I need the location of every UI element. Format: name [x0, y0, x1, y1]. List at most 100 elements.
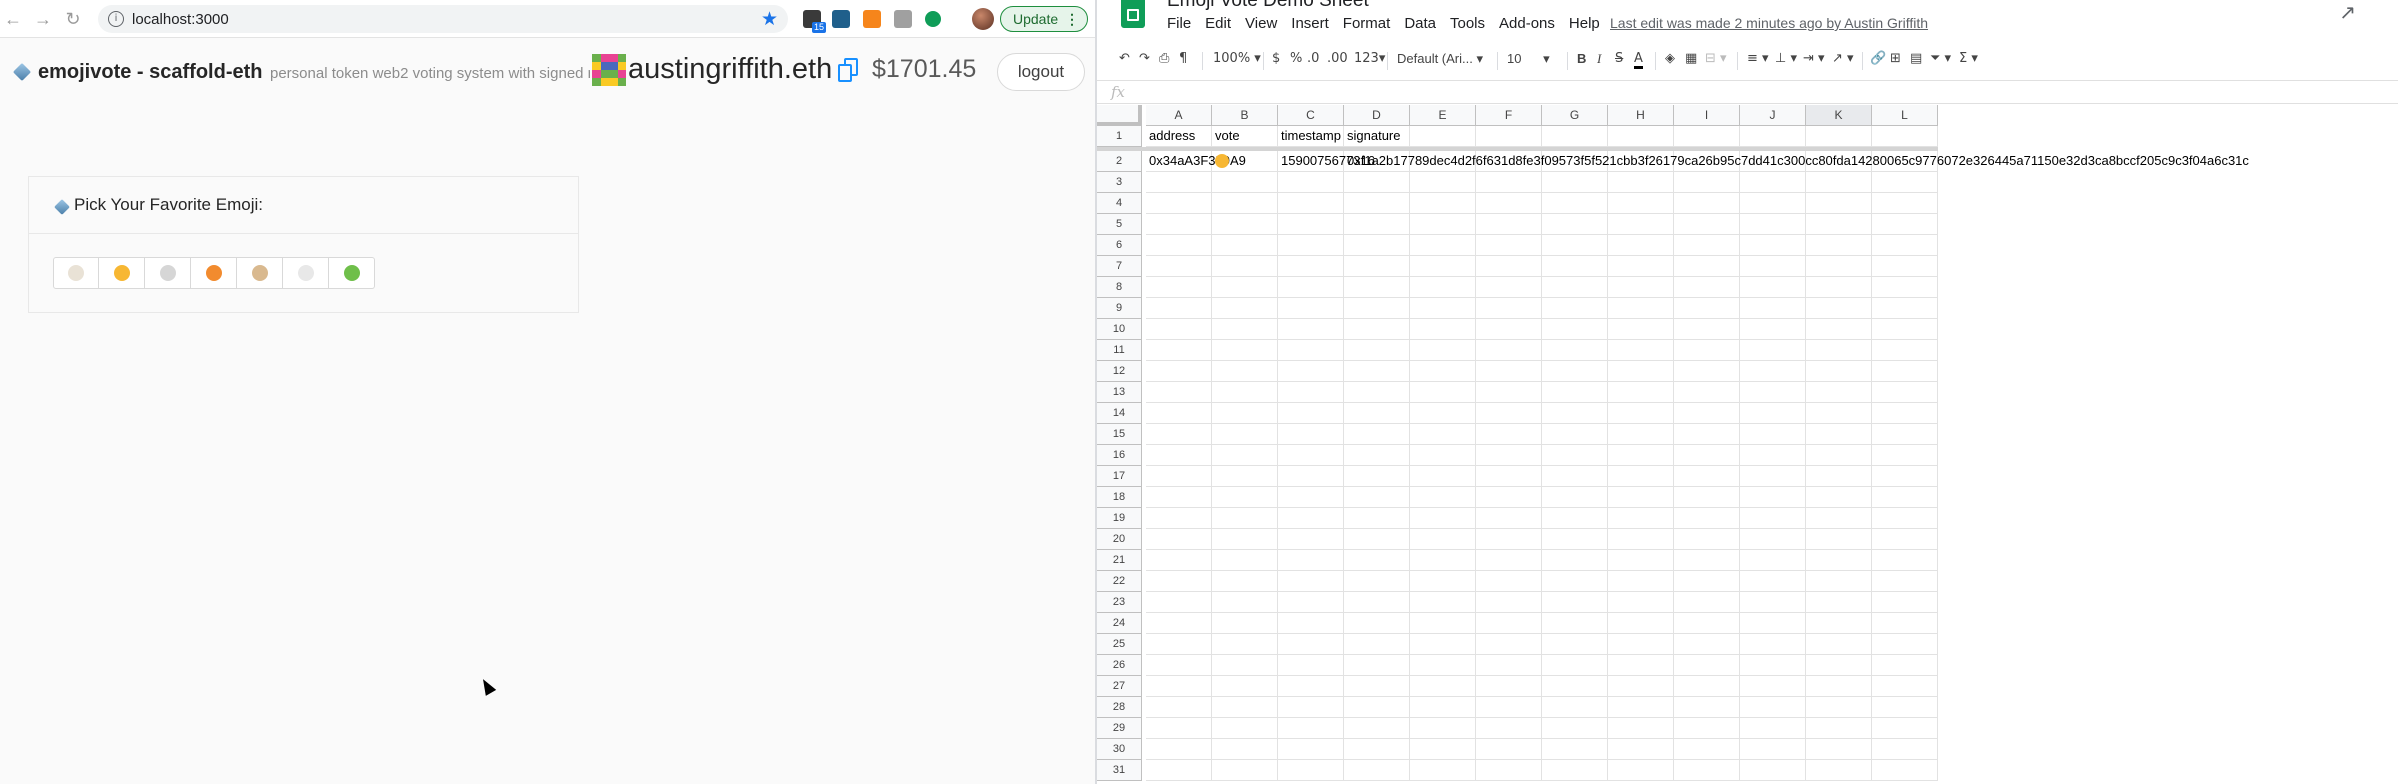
percent-format-button[interactable]: %	[1290, 51, 1302, 66]
row-header[interactable]: 26	[1097, 655, 1142, 676]
row-header[interactable]: 23	[1097, 592, 1142, 613]
cell-g22[interactable]	[1542, 571, 1608, 592]
column-header-b[interactable]: B	[1212, 105, 1278, 126]
column-header-k[interactable]: K	[1806, 105, 1872, 126]
row-header[interactable]: 19	[1097, 508, 1142, 529]
cell-h8[interactable]	[1608, 277, 1674, 298]
cell-g25[interactable]	[1542, 634, 1608, 655]
cell-i4[interactable]	[1674, 193, 1740, 214]
cell-g18[interactable]	[1542, 487, 1608, 508]
cell-l17[interactable]	[1872, 466, 1938, 487]
cell-i28[interactable]	[1674, 697, 1740, 718]
cell-e17[interactable]	[1410, 466, 1476, 487]
cell-l8[interactable]	[1872, 277, 1938, 298]
emoji-vote-button[interactable]	[53, 257, 99, 289]
cell-g30[interactable]	[1542, 739, 1608, 760]
cell-h30[interactable]	[1608, 739, 1674, 760]
profile-avatar[interactable]	[972, 8, 994, 30]
cell-i31[interactable]	[1674, 760, 1740, 781]
row-header[interactable]: 17	[1097, 466, 1142, 487]
cell-h10[interactable]	[1608, 319, 1674, 340]
font-family-select[interactable]: Default (Ari... ▾	[1397, 51, 1483, 67]
functions-icon[interactable]: Σ ▾	[1959, 51, 1978, 66]
cell-b17[interactable]	[1212, 466, 1278, 487]
cell-e27[interactable]	[1410, 676, 1476, 697]
cell-b22[interactable]	[1212, 571, 1278, 592]
cell-j6[interactable]	[1740, 235, 1806, 256]
menu-item-insert[interactable]: Insert	[1291, 15, 1329, 32]
cell-a26[interactable]	[1146, 655, 1212, 676]
cell-b14[interactable]	[1212, 403, 1278, 424]
row-header[interactable]: 1	[1097, 126, 1142, 147]
cell-a8[interactable]	[1146, 277, 1212, 298]
cell-a17[interactable]	[1146, 466, 1212, 487]
cell-a28[interactable]	[1146, 697, 1212, 718]
cell-f10[interactable]	[1476, 319, 1542, 340]
cell-i27[interactable]	[1674, 676, 1740, 697]
cell-d5[interactable]	[1344, 214, 1410, 235]
row-header[interactable]: 11	[1097, 340, 1142, 361]
cell-d18[interactable]	[1344, 487, 1410, 508]
cell-c16[interactable]	[1278, 445, 1344, 466]
row-header[interactable]: 6	[1097, 235, 1142, 256]
cell-j27[interactable]	[1740, 676, 1806, 697]
row-header[interactable]: 10	[1097, 319, 1142, 340]
cell-f7[interactable]	[1476, 256, 1542, 277]
cell-b8[interactable]	[1212, 277, 1278, 298]
cell-i9[interactable]	[1674, 298, 1740, 319]
cell-f19[interactable]	[1476, 508, 1542, 529]
row-header[interactable]: 13	[1097, 382, 1142, 403]
cell-c14[interactable]	[1278, 403, 1344, 424]
cell-f20[interactable]	[1476, 529, 1542, 550]
row-header[interactable]: 22	[1097, 571, 1142, 592]
cell-g12[interactable]	[1542, 361, 1608, 382]
cell-l14[interactable]	[1872, 403, 1938, 424]
cell-j29[interactable]	[1740, 718, 1806, 739]
cell-e31[interactable]	[1410, 760, 1476, 781]
cell-i11[interactable]	[1674, 340, 1740, 361]
cell-a29[interactable]	[1146, 718, 1212, 739]
cell-i25[interactable]	[1674, 634, 1740, 655]
cell-d29[interactable]	[1344, 718, 1410, 739]
cell-a19[interactable]	[1146, 508, 1212, 529]
cell-d28[interactable]	[1344, 697, 1410, 718]
cell-l25[interactable]	[1872, 634, 1938, 655]
menu-item-data[interactable]: Data	[1404, 15, 1436, 32]
cell-c1[interactable]: timestamp	[1278, 126, 1344, 147]
cell-b13[interactable]	[1212, 382, 1278, 403]
cell-c25[interactable]	[1278, 634, 1344, 655]
cell-f15[interactable]	[1476, 424, 1542, 445]
text-color-icon[interactable]: A	[1634, 51, 1643, 69]
chrome-update-button[interactable]: Update ⋮	[1000, 6, 1088, 32]
cell-f18[interactable]	[1476, 487, 1542, 508]
cell-g11[interactable]	[1542, 340, 1608, 361]
emoji-vote-button[interactable]	[191, 257, 237, 289]
cell-f11[interactable]	[1476, 340, 1542, 361]
cell-j23[interactable]	[1740, 592, 1806, 613]
row-header[interactable]: 25	[1097, 634, 1142, 655]
column-header-f[interactable]: F	[1476, 105, 1542, 126]
cell-e15[interactable]	[1410, 424, 1476, 445]
cell-i10[interactable]	[1674, 319, 1740, 340]
cell-i7[interactable]	[1674, 256, 1740, 277]
cell-k20[interactable]	[1806, 529, 1872, 550]
cell-i16[interactable]	[1674, 445, 1740, 466]
cell-k22[interactable]	[1806, 571, 1872, 592]
cell-e5[interactable]	[1410, 214, 1476, 235]
cell-b4[interactable]	[1212, 193, 1278, 214]
cell-h19[interactable]	[1608, 508, 1674, 529]
cell-b21[interactable]	[1212, 550, 1278, 571]
row-header[interactable]: 31	[1097, 760, 1142, 781]
cell-e18[interactable]	[1410, 487, 1476, 508]
cell-d22[interactable]	[1344, 571, 1410, 592]
cell-e8[interactable]	[1410, 277, 1476, 298]
cell-j21[interactable]	[1740, 550, 1806, 571]
cell-k13[interactable]	[1806, 382, 1872, 403]
google-sheets-logo-icon[interactable]	[1121, 0, 1145, 28]
cell-h6[interactable]	[1608, 235, 1674, 256]
cell-g19[interactable]	[1542, 508, 1608, 529]
cell-d7[interactable]	[1344, 256, 1410, 277]
cell-f22[interactable]	[1476, 571, 1542, 592]
cell-e12[interactable]	[1410, 361, 1476, 382]
cell-d15[interactable]	[1344, 424, 1410, 445]
